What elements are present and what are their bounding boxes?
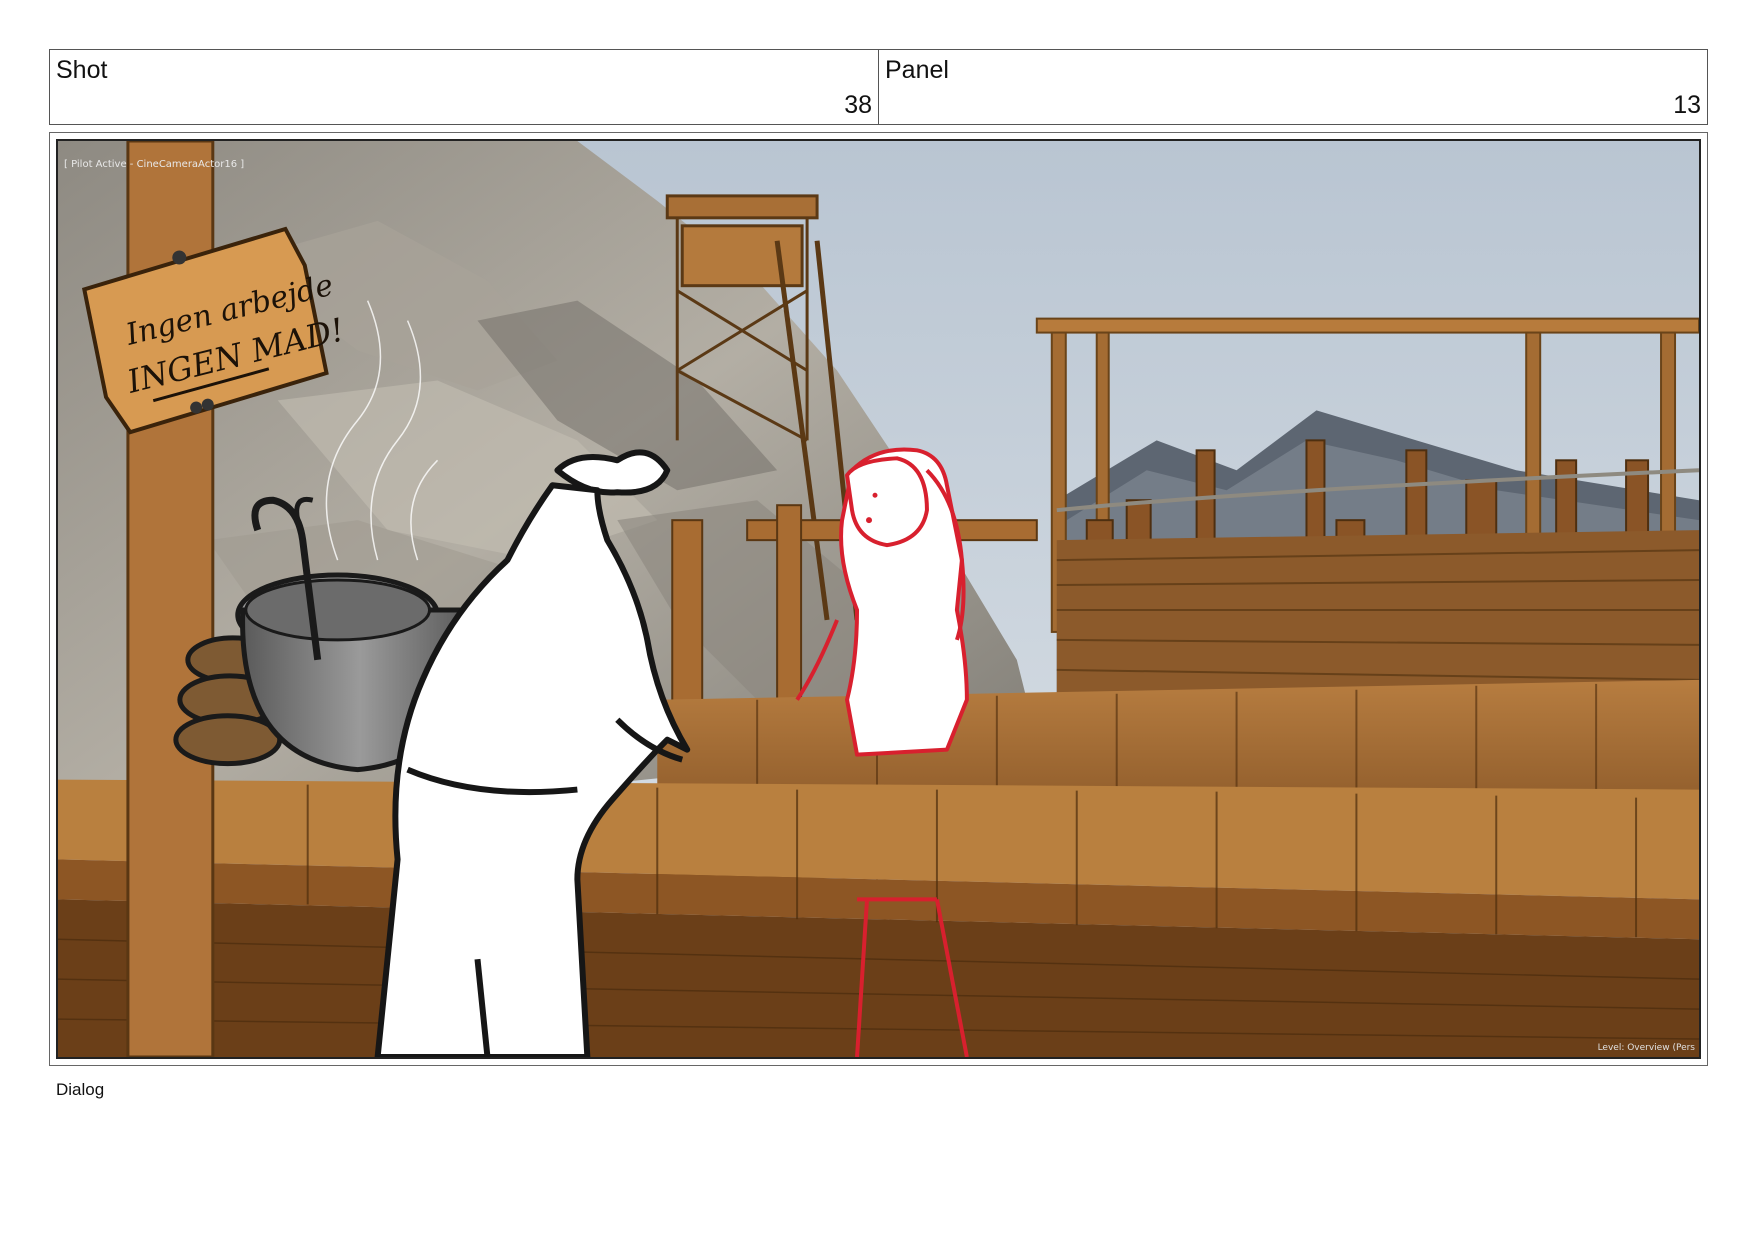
camera-overlay-text: [ Pilot Active - CineCameraActor16 ] (64, 159, 245, 170)
shot-cell: Shot 38 (50, 50, 878, 124)
scene-illustration: Ingen arbejde INGEN MAD! (58, 141, 1699, 1057)
dialog-label: Dialog (56, 1080, 105, 1099)
storyboard-image: Ingen arbejde INGEN MAD! [Pilot Active … (56, 139, 1701, 1059)
panel-cell: Panel 13 (878, 50, 1707, 124)
panel-number: 13 (1673, 91, 1701, 119)
level-overlay-text: Level: Overview (Pers (1597, 1043, 1695, 1053)
shot-label: Shot (56, 56, 108, 84)
storyboard-frame: Ingen arbejde INGEN MAD! [Pilot Active … (49, 132, 1708, 1066)
panel-label: Panel (885, 56, 949, 84)
shot-number: 38 (844, 91, 872, 119)
shot-panel-header: Shot 38 Panel 13 (49, 49, 1708, 125)
